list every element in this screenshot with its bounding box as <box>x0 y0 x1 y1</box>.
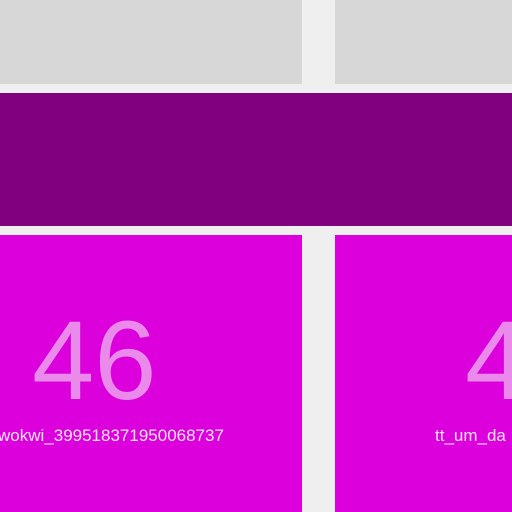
tile-grid: 46 wokwi_399518371950068737 4 tt_um_da <box>0 0 512 512</box>
project-tile-top-left[interactable] <box>0 0 302 84</box>
selected-tile-banner[interactable] <box>0 93 512 226</box>
project-tile-46[interactable]: 46 wokwi_399518371950068737 <box>0 235 302 512</box>
tile-number: 4 <box>465 298 512 423</box>
project-tile-next[interactable]: 4 tt_um_da <box>335 235 512 512</box>
tile-label: wokwi_399518371950068737 <box>0 426 224 445</box>
project-tile-top-right[interactable] <box>335 0 512 84</box>
tile-label: tt_um_da <box>435 426 506 445</box>
tile-number: 46 <box>32 298 157 423</box>
